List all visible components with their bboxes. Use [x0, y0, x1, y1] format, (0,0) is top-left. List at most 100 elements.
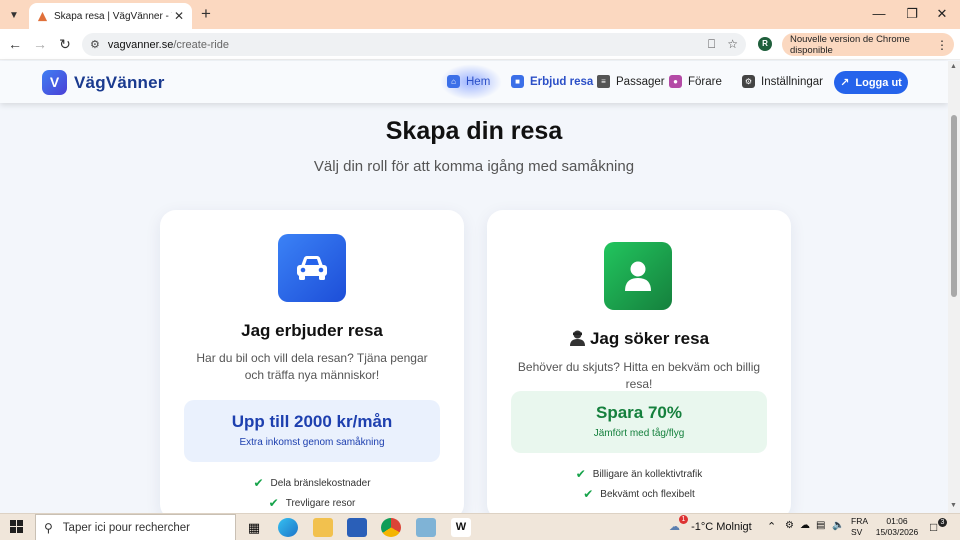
nav-label: Inställningar [761, 75, 824, 88]
tab-close-icon[interactable]: ✕ [174, 9, 184, 23]
profile-avatar[interactable]: R [758, 37, 772, 51]
nav-item-home[interactable]: ⌂ Hem [447, 75, 490, 88]
logout-label: Logga ut [855, 76, 902, 89]
scroll-up-icon[interactable]: ▲ [950, 63, 957, 70]
volume-icon[interactable]: 🔈 [832, 520, 844, 531]
offer-ride-card[interactable]: Jag erbjuder resa Har du bil och vill de… [160, 210, 464, 520]
tab-search-menu-button[interactable]: ▼ [4, 5, 24, 25]
card-title: Jag erbjuder resa [241, 321, 383, 340]
weather-badge: 1 [679, 515, 688, 524]
page-subtitle: Välj din roll för att komma igång med sa… [313, 158, 635, 175]
nav-item-offer-ride[interactable]: ■ Erbjud resa [511, 75, 593, 88]
tray-security-icon[interactable]: ⚙ [785, 520, 794, 531]
tray-cloud-icon[interactable]: ☁ [800, 520, 810, 531]
language-indicator[interactable]: FRA SV [851, 516, 868, 538]
car-icon: ■ [511, 75, 524, 88]
site-settings-icon[interactable]: ⚙ [90, 38, 100, 51]
address-bar[interactable]: ⚙ vagvanner.se/create-ride ⎕ ☆ [82, 33, 746, 56]
logout-icon: ↗ [840, 77, 850, 89]
gear-icon: ⚙ [742, 75, 755, 88]
search-placeholder: Taper ici pour rechercher [62, 521, 190, 534]
logo-text[interactable]: VägVänner [74, 73, 165, 93]
cloud-icon: ☁ [669, 521, 680, 533]
checkmark-icon: ✔ [268, 496, 279, 510]
nav-label: Hem [466, 75, 491, 88]
taskbar-search-box[interactable]: ⚲ Taper ici pour rechercher [35, 514, 236, 540]
url-path: /create-ride [173, 38, 229, 51]
logo-icon[interactable]: V [42, 70, 67, 95]
restore-button[interactable]: ❐ [897, 4, 927, 24]
edge-browser-icon[interactable] [278, 518, 298, 537]
reload-button[interactable]: ↻ [56, 35, 74, 53]
nav-label: Förare [688, 75, 722, 88]
nav-item-drivers[interactable]: ● Förare [669, 75, 722, 88]
tray-chevron-icon[interactable]: ⌃ [767, 520, 776, 533]
scroll-down-icon[interactable]: ▼ [950, 502, 957, 509]
feature-list: ✔ Dela bränslekostnader ✔ Trevligare resor [160, 473, 464, 513]
windows-taskbar: ⚲ Taper ici pour rechercher ▦ W ☁ 1 -1°C… [0, 513, 960, 540]
install-app-icon[interactable]: ⎕ [708, 37, 715, 52]
back-button[interactable]: ← [6, 35, 24, 53]
browser-tab-active[interactable]: Skapa resa | VägVänner - Välj d ✕ [29, 3, 192, 29]
person-icon [569, 329, 586, 351]
notification-badge: 3 [938, 518, 947, 527]
card-title: Jag söker resa [487, 329, 791, 351]
chrome-icon[interactable] [381, 518, 401, 537]
file-explorer-icon[interactable] [313, 518, 333, 537]
checkmark-icon: ✔ [583, 487, 594, 501]
new-tab-button[interactable]: + [197, 4, 215, 24]
list-item: ✔ Bekvämt och flexibelt [487, 484, 791, 504]
home-icon: ⌂ [447, 75, 460, 88]
store-icon[interactable] [347, 518, 367, 537]
driver-icon: ● [669, 75, 682, 88]
feature-text: Dela bränslekostnader [270, 477, 371, 489]
notepad-icon[interactable] [416, 518, 436, 537]
find-ride-card[interactable]: Jag söker resa Behöver du skjuts? Hitta … [487, 210, 791, 520]
clock-time: 01:06 [886, 516, 908, 526]
search-icon: ⚲ [44, 520, 53, 535]
system-clock[interactable]: 01:06 15/03/2026 [872, 516, 922, 538]
card-description: Har du bil och vill dela resan? Tjäna pe… [196, 351, 428, 382]
list-item: ✔ Trevligare resor [160, 493, 464, 513]
clipboard-icon: ≡ [597, 75, 610, 88]
network-icon[interactable]: ▤ [816, 520, 825, 531]
page-title: Skapa din resa [385, 117, 563, 145]
car-icon [278, 234, 346, 302]
nav-label: Erbjud resa [530, 75, 594, 88]
feature-list: ✔ Billigare än kollektivtrafik ✔ Bekvämt o… [487, 464, 791, 504]
checkmark-icon: ✔ [575, 467, 586, 481]
windows-start-icon[interactable] [10, 520, 24, 534]
nav-item-passengers[interactable]: ≡ Passager [597, 75, 665, 88]
weather-widget[interactable]: ☁ 1 -1°C Molnigt [669, 515, 752, 533]
earnings-highlight: Upp till 2000 kr/mån Extra inkomst genom… [184, 400, 440, 462]
card-description: Behöver du skjuts? Hitta en bekväm och b… [517, 360, 761, 391]
notification-icon[interactable]: □ 3 [930, 518, 947, 534]
chrome-update-button[interactable]: Nouvelle version de Chrome disponible ⋮ [782, 33, 954, 56]
user-icon [604, 242, 672, 310]
forward-button[interactable]: → [31, 35, 49, 53]
highlight-value: Upp till 2000 kr/mån [231, 412, 393, 431]
checkmark-icon: ✔ [253, 476, 264, 490]
favicon-icon [37, 11, 48, 21]
card-title-text: Jag söker resa [589, 329, 710, 348]
browser-tab-strip: ▼ Skapa resa | VägVänner - Välj d ✕ + — … [0, 0, 960, 29]
more-menu-icon[interactable]: ⋮ [936, 38, 948, 52]
minimize-button[interactable]: — [864, 4, 894, 24]
feature-text: Trevligare resor [285, 497, 356, 509]
browser-toolbar: ← → ↻ ⚙ vagvanner.se/create-ride ⎕ ☆ R N… [0, 29, 960, 60]
app-w-icon[interactable]: W [451, 518, 471, 537]
update-notice-text: Nouvelle version de Chrome disponible [790, 33, 910, 56]
task-view-icon[interactable]: ▦ [244, 518, 264, 537]
feature-text: Billigare än kollektivtrafik [592, 468, 703, 480]
highlight-caption: Jämfört med tåg/flyg [593, 428, 685, 439]
logout-button[interactable]: ↗ Logga ut [834, 71, 908, 94]
list-item: ✔ Dela bränslekostnader [160, 473, 464, 493]
feature-text: Bekvämt och flexibelt [600, 488, 695, 500]
highlight-caption: Extra inkomst genom samåkning [239, 437, 385, 448]
lang-code: FRA [851, 516, 868, 526]
bookmark-star-icon[interactable]: ☆ [727, 37, 738, 52]
tab-title: Skapa resa | VägVänner - Välj d [54, 10, 172, 22]
nav-item-settings[interactable]: ⚙ Inställningar [742, 75, 823, 88]
scrollbar-thumb[interactable] [951, 115, 957, 297]
close-window-button[interactable]: ✕ [927, 4, 957, 24]
